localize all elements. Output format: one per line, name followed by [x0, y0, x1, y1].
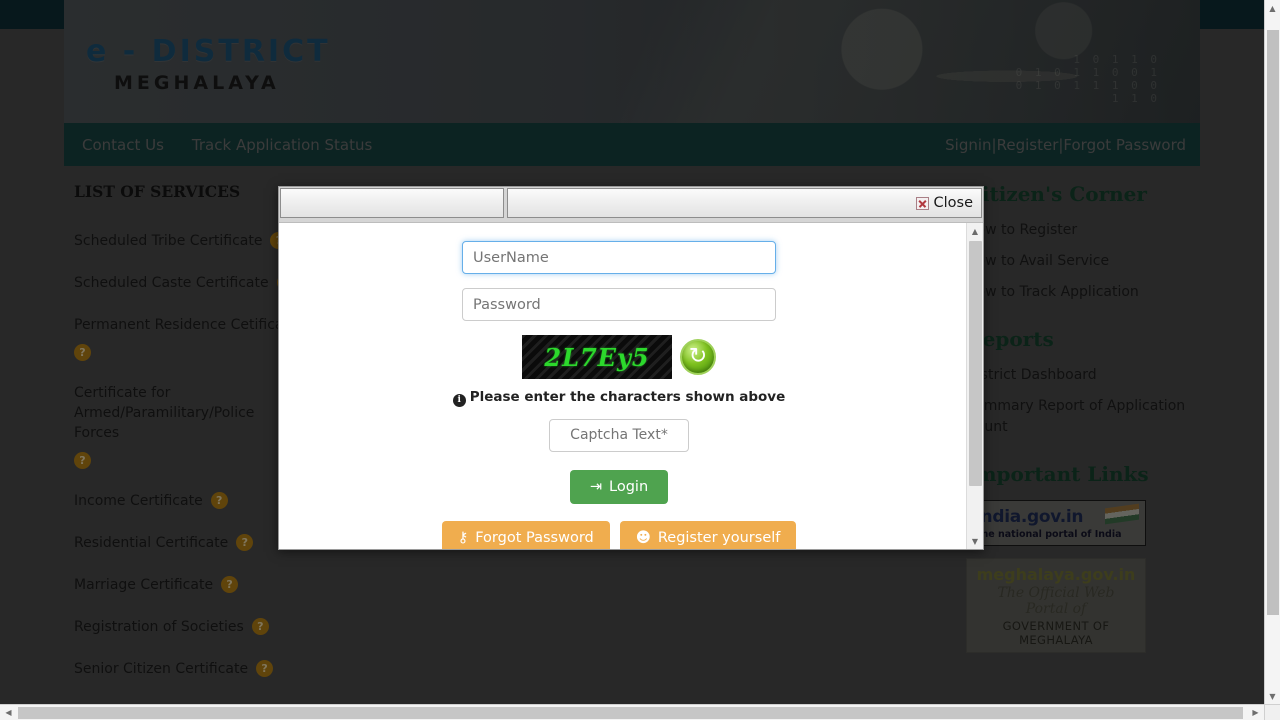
captcha-hint: i Please enter the characters shown above [279, 389, 959, 407]
logo-primary-text: e - DISTRICT [86, 34, 331, 69]
secondary-button-row: ⚷ Forgot Password ☻ Register yourself [279, 520, 959, 549]
modal-body: 2L7Ey5 ↻ iPlease enter the characters sh… [279, 223, 983, 549]
meghalaya-gov-script: The Official Web Portal of [997, 585, 1115, 617]
login-button-label: Login [609, 478, 649, 495]
site-banner: 1 0 1 1 0 0 1 0 1 1 0 0 1 0 1 0 1 1 1 0 … [64, 0, 1200, 123]
citizens-corner-links: How to Register How to Avail Service How t… [966, 220, 1190, 303]
service-item-label: Income Certificate [74, 493, 203, 509]
modal-scroll-up-icon[interactable]: ▲ [967, 223, 983, 239]
reports-title: Reports [966, 327, 1054, 351]
page-scroll-left-icon[interactable]: ◀ [0, 705, 17, 720]
browser-viewport: Skip to main content Screen Reader Acces… [0, 0, 1280, 720]
modal-scrollbar-thumb[interactable] [969, 241, 982, 486]
modal-header: Close [279, 187, 983, 223]
service-item[interactable]: Scheduled Tribe Certificate? [74, 231, 304, 251]
service-item[interactable]: Certificate for Armed/Paramilitary/Polic… [74, 383, 304, 469]
nav-left-links: Contact Us Track Application Status [72, 136, 372, 154]
help-icon[interactable]: ? [74, 452, 91, 469]
citizens-corner-title: Citizen's Corner [966, 182, 1147, 206]
site-logo[interactable]: e - DISTRICT MEGHALAYA [86, 34, 331, 94]
modal-header-right-panel: Close [507, 188, 982, 218]
forgot-password-button[interactable]: ⚷ Forgot Password [441, 520, 610, 549]
banner-meghalaya-gov-in[interactable]: meghalaya.gov.in The Official Web Portal… [966, 558, 1146, 653]
page-vertical-scrollbar-thumb[interactable] [1267, 30, 1279, 615]
right-sidebar: Citizen's Corner How to Register How to A… [950, 166, 1200, 705]
service-item[interactable]: Residential Certificate? [74, 533, 304, 553]
citizens-corner-link[interactable]: How to Avail Service [966, 251, 1190, 272]
register-yourself-button[interactable]: ☻ Register yourself [619, 520, 797, 549]
banner-binary-decor: 1 0 1 1 0 0 1 0 1 1 0 0 1 0 1 0 1 1 1 0 … [1015, 53, 1160, 105]
captcha-image: 2L7Ey5 [522, 335, 672, 379]
page-scroll-up-icon[interactable]: ▲ [1265, 0, 1280, 17]
service-item[interactable]: Marriage Certificate? [74, 575, 304, 595]
modal-header-left-panel [280, 188, 504, 218]
service-item-label: Certificate for Armed/Paramilitary/Polic… [74, 385, 255, 441]
login-button-row: ⇥ Login [279, 469, 959, 504]
forgot-password-label: Forgot Password [475, 529, 594, 546]
logo-secondary-text: MEGHALAYA [114, 72, 280, 94]
key-icon: ⚷ [457, 529, 469, 546]
user-plus-icon: ☻ [635, 529, 651, 546]
meghalaya-gov-title: meghalaya.gov.in [976, 565, 1136, 584]
help-icon[interactable]: ? [251, 618, 269, 635]
page-scroll-right-icon[interactable]: ▶ [1247, 705, 1264, 720]
service-item-label: Scheduled Tribe Certificate [74, 233, 263, 249]
help-icon[interactable]: ? [74, 344, 91, 361]
page-left-gutter [0, 29, 64, 705]
service-item-label: Senior Citizen Certificate [74, 661, 249, 677]
reports-link[interactable]: Summary Report of Application Count [966, 396, 1190, 438]
page-horizontal-scrollbar[interactable]: ◀ ▶ [0, 704, 1280, 720]
password-input[interactable] [462, 288, 776, 321]
captcha-refresh-icon[interactable]: ↻ [680, 339, 716, 375]
service-item-label: Registration of Societies [74, 619, 244, 635]
nav-contact-us[interactable]: Contact Us [82, 136, 164, 154]
india-gov-subtitle: The national portal of India [975, 529, 1122, 540]
nav-account-links: Signin|Register|Forgot Password [945, 136, 1186, 154]
modal-close-button[interactable]: Close [915, 195, 974, 211]
citizens-corner-link[interactable]: How to Register [966, 220, 1190, 241]
service-item-label: Scheduled Caste Certificate [74, 275, 269, 291]
citizens-corner-link[interactable]: How to Track Application [966, 282, 1190, 303]
login-button[interactable]: ⇥ Login [569, 469, 669, 504]
login-icon: ⇥ [589, 478, 603, 495]
scrollbar-corner [1264, 704, 1280, 720]
help-icon[interactable]: ? [221, 576, 239, 593]
help-icon[interactable]: ? [210, 492, 228, 509]
service-item-label: Permanent Residence Cetificate [74, 317, 298, 333]
register-yourself-label: Register yourself [657, 529, 781, 546]
captcha-row: 2L7Ey5 ↻ [279, 335, 959, 379]
nav-signin-register-forgot[interactable]: Signin|Register|Forgot Password [945, 136, 1186, 154]
main-navigation: Contact Us Track Application Status Sign… [64, 123, 1200, 166]
page-horizontal-scrollbar-thumb[interactable] [18, 707, 1243, 719]
login-modal: Close 2L7Ey5 ↻ iPlease enter the charact… [278, 186, 984, 550]
modal-close-label: Close [933, 195, 974, 211]
service-item-label: Residential Certificate [74, 535, 229, 551]
info-icon: i [452, 393, 466, 407]
modal-scroll-area: 2L7Ey5 ↻ iPlease enter the characters sh… [279, 241, 983, 549]
modal-vertical-scrollbar[interactable]: ▲ ▼ [966, 223, 983, 549]
reports-link[interactable]: District Dashboard [966, 365, 1190, 386]
page-vertical-scrollbar[interactable]: ▲ ▼ [1264, 0, 1280, 705]
service-item[interactable]: Senior Citizen Certificate? [74, 659, 304, 679]
nav-track-application-status[interactable]: Track Application Status [192, 136, 372, 154]
help-icon[interactable]: ? [256, 660, 274, 677]
service-item[interactable]: Permanent Residence Cetificate? [74, 315, 304, 361]
modal-scroll-down-icon[interactable]: ▼ [967, 533, 983, 549]
help-icon[interactable]: ? [236, 534, 254, 551]
important-links-title: Important Links [966, 462, 1149, 486]
service-item[interactable]: Scheduled Caste Certificate? [74, 273, 304, 293]
captcha-input[interactable] [549, 418, 689, 452]
service-item-label: Marriage Certificate [74, 577, 214, 593]
close-icon [915, 196, 929, 210]
service-item[interactable]: Registration of Societies? [74, 617, 304, 637]
meghalaya-gov-name: GOVERNMENT OF MEGHALAYA [1002, 619, 1110, 647]
username-input[interactable] [462, 241, 776, 274]
page-scroll-down-icon[interactable]: ▼ [1265, 688, 1280, 705]
captcha-hint-text: Please enter the characters shown above [469, 389, 786, 405]
banner-india-gov-in[interactable]: india.gov.in The national portal of Indi… [966, 500, 1146, 546]
service-item[interactable]: Income Certificate? [74, 491, 304, 511]
reports-links: District Dashboard Summary Report of Appl… [966, 365, 1190, 438]
